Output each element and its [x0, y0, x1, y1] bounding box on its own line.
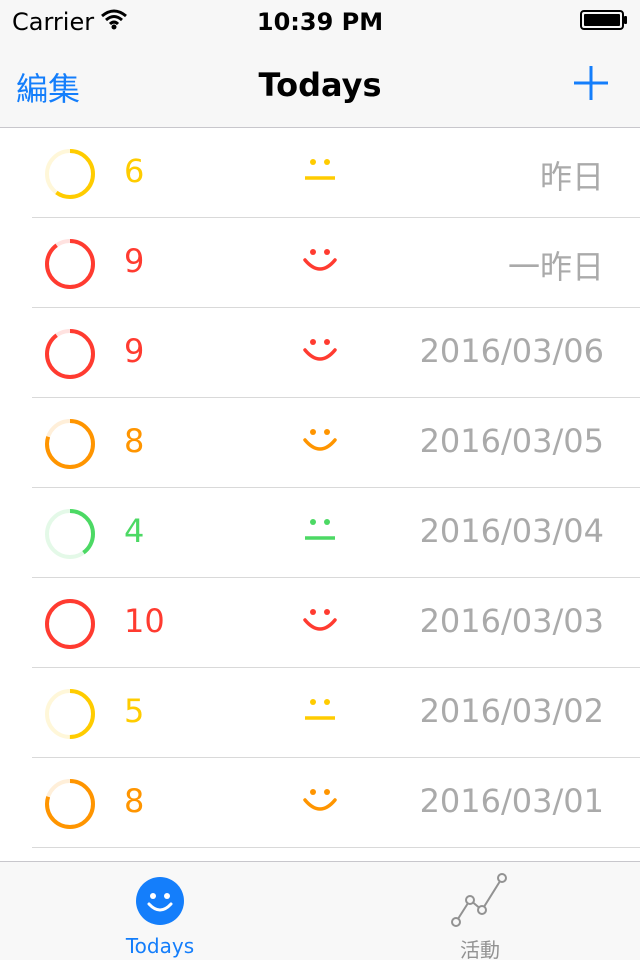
- navigation-bar: 編集 Todays: [0, 40, 640, 128]
- tab-bar: Todays 活動: [0, 861, 640, 962]
- tab-todays[interactable]: Todays: [0, 862, 320, 961]
- neutral-face-icon: [305, 699, 335, 720]
- score-value: 4: [124, 512, 145, 550]
- progress-ring-icon: [45, 419, 95, 469]
- score-value: 5: [124, 692, 145, 730]
- list-item[interactable]: 6 昨日: [0, 128, 640, 218]
- entries-list: 6 昨日 9 一昨日 9 2016/03/06 8 2016/03/05 4 2016/03/04…: [0, 128, 640, 860]
- entry-date: 2016/03/04: [419, 512, 604, 550]
- page-title: Todays: [258, 66, 382, 104]
- score-value: 8: [124, 782, 145, 820]
- tab-activity[interactable]: 活動: [320, 862, 640, 962]
- happy-face-icon: [303, 429, 337, 451]
- score-value: 9: [124, 242, 145, 280]
- score-value: 8: [124, 422, 145, 460]
- smiley-face-icon: [136, 877, 184, 925]
- progress-ring-icon: [45, 599, 95, 649]
- list-item[interactable]: 8 2016/03/05: [0, 398, 640, 488]
- activity-graph-icon: [451, 873, 507, 927]
- progress-ring-icon: [45, 689, 95, 739]
- entry-date: 2016/03/06: [419, 332, 604, 370]
- progress-ring-icon: [45, 149, 95, 199]
- happy-face-icon: [303, 789, 337, 811]
- progress-ring-icon: [45, 239, 95, 289]
- progress-ring-icon: [45, 329, 95, 379]
- score-value: 10: [124, 602, 165, 640]
- status-time: 10:39 PM: [256, 8, 384, 36]
- score-value: 9: [124, 332, 145, 370]
- entry-date: 一昨日: [507, 248, 604, 286]
- list-item[interactable]: 5 2016/03/02: [0, 668, 640, 758]
- neutral-face-icon: [305, 519, 335, 540]
- row-divider: [32, 847, 640, 848]
- tab-label-todays: Todays: [125, 934, 195, 958]
- neutral-face-icon: [305, 159, 335, 180]
- edit-button[interactable]: 編集: [16, 64, 80, 110]
- entry-date: 2016/03/02: [419, 692, 604, 730]
- progress-ring-icon: [45, 509, 95, 559]
- add-icon[interactable]: [572, 64, 610, 102]
- tab-label-activity: 活動: [460, 938, 500, 962]
- entry-date: 2016/03/01: [419, 782, 604, 820]
- battery-icon: [580, 10, 627, 30]
- list-item[interactable]: 9 一昨日: [0, 218, 640, 308]
- entry-date: 2016/03/05: [419, 422, 604, 460]
- happy-face-icon: [303, 249, 337, 271]
- score-value: 6: [124, 152, 145, 190]
- happy-face-icon: [303, 339, 337, 361]
- entry-date: 昨日: [539, 158, 604, 196]
- happy-face-icon: [303, 609, 337, 631]
- list-item[interactable]: 8 2016/03/01: [0, 758, 640, 848]
- progress-ring-icon: [45, 779, 95, 829]
- entry-date: 2016/03/03: [419, 602, 604, 640]
- list-item[interactable]: 9 2016/03/06: [0, 308, 640, 398]
- status-bar: Carrier 10:39 PM: [0, 0, 640, 40]
- list-item[interactable]: 4 2016/03/04: [0, 488, 640, 578]
- list-item[interactable]: 10 2016/03/03: [0, 578, 640, 668]
